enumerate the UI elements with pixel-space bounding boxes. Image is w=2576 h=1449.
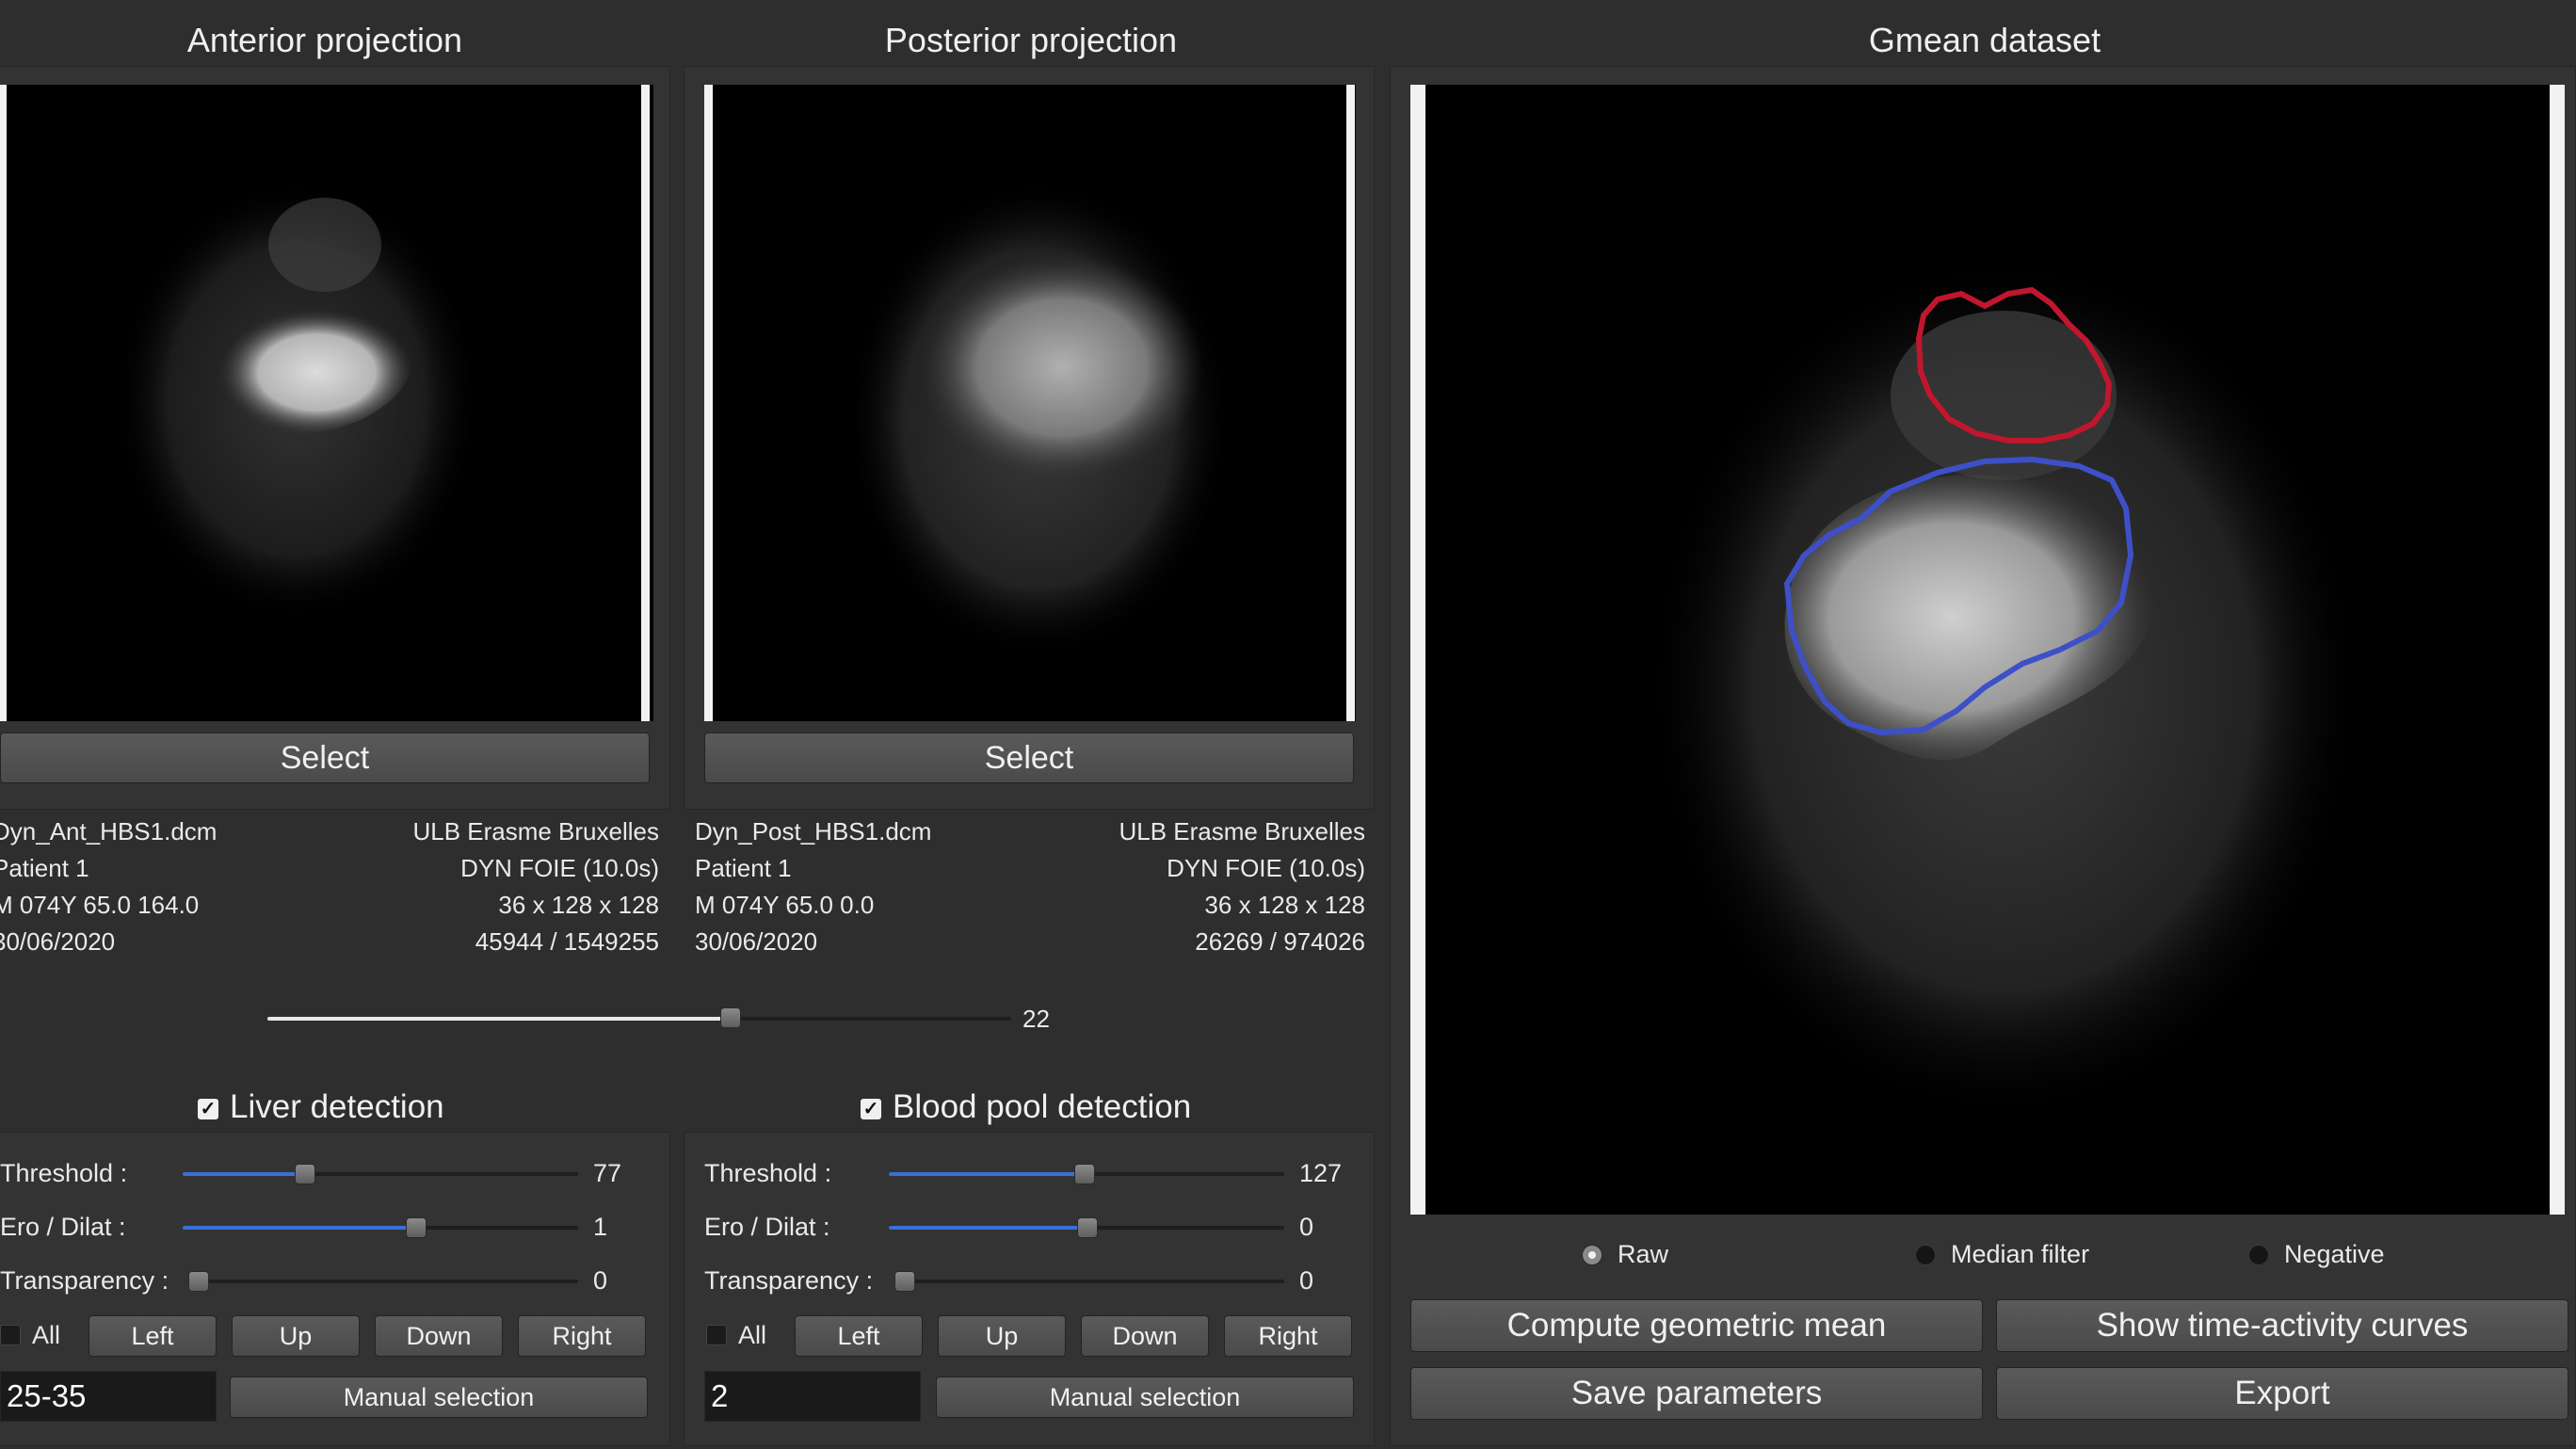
liver-transparency-value: 0 xyxy=(593,1266,608,1295)
liver-all-label: All xyxy=(32,1321,61,1349)
blood-transparency-slider[interactable] xyxy=(894,1271,1284,1292)
anterior-demographics: M 074Y 65.0 164.0 xyxy=(0,891,200,919)
frame-slider-handle[interactable] xyxy=(720,1007,741,1028)
blood-down-button[interactable]: Down xyxy=(1081,1315,1209,1357)
anterior-filename: Dyn_Ant_HBS1.dcm xyxy=(0,817,217,845)
raw-radio[interactable] xyxy=(1582,1245,1602,1265)
posterior-institution: ULB Erasme Bruxelles xyxy=(1119,817,1365,845)
liver-threshold-handle[interactable] xyxy=(295,1164,315,1184)
anterior-date: 30/06/2020 xyxy=(0,927,116,956)
liver-threshold-slider[interactable] xyxy=(183,1164,578,1184)
liver-threshold-value: 77 xyxy=(593,1159,622,1187)
anterior-select-button[interactable]: Select xyxy=(0,733,650,783)
blood-detection-checkbox[interactable]: ✓ xyxy=(861,1099,881,1119)
liver-transparency-handle[interactable] xyxy=(188,1271,209,1292)
liver-detection-checkbox[interactable]: ✓ xyxy=(198,1099,218,1119)
posterior-info-right: ULB Erasme Bruxelles DYN FOIE (10.0s) 36… xyxy=(1026,813,1365,960)
blood-threshold-value: 127 xyxy=(1299,1159,1343,1187)
blood-up-button[interactable]: Up xyxy=(938,1315,1066,1357)
median-filter-label: Median filter xyxy=(1951,1240,2090,1268)
anterior-info-left: Dyn_Ant_HBS1.dcm Patient 1 M 074Y 65.0 1… xyxy=(0,813,331,960)
blood-transparency-label: Transparency : xyxy=(704,1266,874,1295)
anterior-counts: 45944 / 1549255 xyxy=(475,927,659,956)
negative-radio[interactable] xyxy=(2248,1245,2269,1265)
anterior-institution: ULB Erasme Bruxelles xyxy=(412,817,659,845)
blood-detection-title: Blood pool detection xyxy=(893,1088,1192,1125)
liver-right-button[interactable]: Right xyxy=(518,1315,646,1357)
posterior-image[interactable] xyxy=(704,85,1356,721)
blood-frames-input[interactable]: 2 xyxy=(704,1371,921,1422)
anterior-study: DYN FOIE (10.0s) xyxy=(460,854,659,882)
raw-label: Raw xyxy=(1618,1240,1669,1268)
compute-geometric-mean-button[interactable]: Compute geometric mean xyxy=(1410,1299,1983,1352)
show-time-activity-curves-button[interactable]: Show time-activity curves xyxy=(1996,1299,2568,1352)
frame-slider-fill xyxy=(267,1017,731,1021)
liver-threshold-label: Threshold : xyxy=(0,1159,128,1187)
blood-manual-selection-button[interactable]: Manual selection xyxy=(936,1377,1354,1418)
negative-label: Negative xyxy=(2284,1240,2385,1268)
liver-up-button[interactable]: Up xyxy=(232,1315,360,1357)
gmean-image[interactable] xyxy=(1410,85,2565,1215)
blood-threshold-fill xyxy=(889,1172,1085,1176)
anterior-dimensions: 36 x 128 x 128 xyxy=(498,891,659,919)
liver-left-button[interactable]: Left xyxy=(89,1315,217,1357)
liver-threshold-fill xyxy=(183,1172,305,1176)
blood-left-button[interactable]: Left xyxy=(795,1315,923,1357)
anterior-patient: Patient 1 xyxy=(0,854,89,882)
liver-erodil-value: 1 xyxy=(593,1213,608,1241)
anterior-title: Anterior projection xyxy=(186,21,463,59)
liver-transparency-label: Transparency : xyxy=(0,1266,169,1295)
liver-manual-selection-button[interactable]: Manual selection xyxy=(230,1377,648,1418)
blood-erodil-fill xyxy=(889,1226,1087,1230)
blood-threshold-label: Threshold : xyxy=(704,1159,832,1187)
gmean-title: Gmean dataset xyxy=(1868,21,2101,59)
posterior-title: Posterior projection xyxy=(884,21,1178,59)
posterior-counts: 26269 / 974026 xyxy=(1195,927,1365,956)
liver-erodil-handle[interactable] xyxy=(406,1217,427,1238)
blood-erodil-slider[interactable] xyxy=(889,1217,1284,1238)
frame-value: 22 xyxy=(1022,1005,1050,1033)
liver-erodil-slider[interactable] xyxy=(183,1217,578,1238)
anterior-info-right: ULB Erasme Bruxelles DYN FOIE (10.0s) 36… xyxy=(320,813,659,960)
posterior-filename: Dyn_Post_HBS1.dcm xyxy=(695,817,932,845)
anterior-scintigraphy xyxy=(113,179,480,621)
blood-erodil-label: Ero / Dilat : xyxy=(704,1213,830,1241)
posterior-date: 30/06/2020 xyxy=(695,927,818,956)
liver-erodil-fill xyxy=(183,1226,416,1230)
posterior-patient: Patient 1 xyxy=(695,854,792,882)
median-filter-radio[interactable] xyxy=(1915,1245,1936,1265)
liver-transparency-slider[interactable] xyxy=(188,1271,578,1292)
save-parameters-button[interactable]: Save parameters xyxy=(1410,1367,1983,1420)
frame-slider[interactable] xyxy=(267,1006,1011,1034)
export-button[interactable]: Export xyxy=(1996,1367,2568,1420)
blood-all-label: All xyxy=(738,1321,767,1349)
posterior-demographics: M 074Y 65.0 0.0 xyxy=(695,891,875,919)
liver-erodil-label: Ero / Dilat : xyxy=(0,1213,126,1241)
posterior-info-left: Dyn_Post_HBS1.dcm Patient 1 M 074Y 65.0 … xyxy=(695,813,1034,960)
blood-erodil-value: 0 xyxy=(1299,1213,1314,1241)
liver-detection-title: Liver detection xyxy=(230,1088,444,1125)
blood-threshold-handle[interactable] xyxy=(1074,1164,1095,1184)
posterior-dimensions: 36 x 128 x 128 xyxy=(1204,891,1365,919)
posterior-study: DYN FOIE (10.0s) xyxy=(1167,854,1365,882)
posterior-select-button[interactable]: Select xyxy=(704,733,1354,783)
blood-threshold-slider[interactable] xyxy=(889,1164,1284,1184)
blood-all-checkbox[interactable] xyxy=(706,1325,727,1345)
blood-transparency-handle[interactable] xyxy=(894,1271,915,1292)
liver-frames-input[interactable]: 25-35 xyxy=(0,1371,217,1422)
gmean-scintigraphy xyxy=(1646,254,2361,1120)
anterior-image[interactable] xyxy=(0,85,653,721)
posterior-scintigraphy xyxy=(845,179,1232,659)
blood-transparency-value: 0 xyxy=(1299,1266,1314,1295)
blood-right-button[interactable]: Right xyxy=(1224,1315,1352,1357)
liver-all-checkbox[interactable] xyxy=(0,1325,21,1345)
liver-down-button[interactable]: Down xyxy=(375,1315,503,1357)
blood-erodil-handle[interactable] xyxy=(1077,1217,1098,1238)
